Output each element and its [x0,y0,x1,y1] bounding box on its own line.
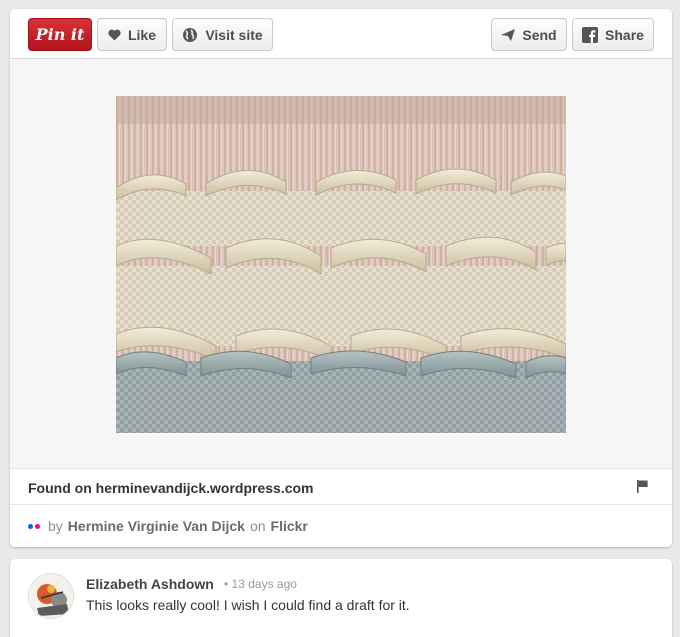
share-label: Share [605,26,644,43]
comment-text: This looks really cool! I wish I could f… [86,597,410,613]
like-label: Like [127,26,156,43]
send-icon [501,28,516,41]
facebook-icon [582,26,599,43]
send-label: Send [522,26,557,43]
flag-icon[interactable] [637,480,648,498]
comment-timestamp: • 13 days ago [224,577,297,591]
credit-by: by [48,518,63,534]
credit-row: by Hermine Virginie Van Dijck on Flickr [10,505,672,547]
flickr-icon [28,523,40,529]
pin-card: Pin it Like Visit site Send Share Found … [10,9,672,547]
visit-site-label: Visit site [205,26,263,43]
credit-on: on [249,518,266,534]
heart-icon [108,29,121,41]
visit-site-button[interactable]: Visit site [172,18,273,51]
woven-textile-illustration [116,96,566,433]
avatar-image [29,574,73,618]
pin-it-label: Pin it [35,25,85,44]
comment-card: Elizabeth Ashdown • 13 days ago This loo… [10,559,672,637]
pin-image-area [10,59,672,469]
globe-icon [182,27,198,43]
pin-image[interactable] [116,96,566,433]
credit-line: by Hermine Virginie Van Dijck on Flickr [28,518,308,534]
avatar[interactable] [28,573,74,619]
pin-it-button[interactable]: Pin it [28,18,92,51]
credit-site-link[interactable]: Flickr [271,518,308,534]
pin-toolbar: Pin it Like Visit site Send Share [10,9,672,59]
share-button[interactable]: Share [572,18,654,51]
source-row: Found on herminevandijck.wordpress.com [10,469,672,505]
found-on-link[interactable]: Found on herminevandijck.wordpress.com [28,480,314,496]
send-button[interactable]: Send [491,18,567,51]
like-button[interactable]: Like [97,18,167,51]
commenter-name[interactable]: Elizabeth Ashdown [86,576,214,592]
credit-author-link[interactable]: Hermine Virginie Van Dijck [68,518,245,534]
